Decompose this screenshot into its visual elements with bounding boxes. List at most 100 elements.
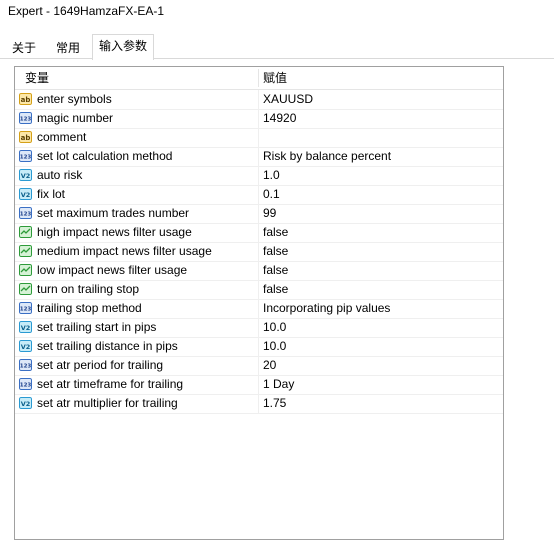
table-row[interactable]: V2 fix lot 0.1	[15, 185, 503, 205]
parameter-name: set atr period for trailing	[37, 358, 164, 372]
parameter-value[interactable]: Risk by balance percent	[263, 147, 391, 166]
cell-divider	[258, 242, 259, 261]
parameter-name: low impact news filter usage	[37, 263, 188, 277]
cell-divider	[258, 261, 259, 280]
double-type-icon: V2	[19, 188, 32, 200]
svg-text:ab: ab	[21, 134, 31, 142]
bool-type-icon	[19, 226, 32, 238]
parameter-value[interactable]: 0.1	[263, 185, 280, 204]
parameter-name: set maximum trades number	[37, 206, 190, 220]
tab-common[interactable]: 常用	[48, 38, 88, 58]
cell-divider	[258, 299, 259, 318]
column-header-variable[interactable]: 变量	[25, 67, 255, 89]
cell-divider	[258, 394, 259, 413]
table-row[interactable]: ab comment	[15, 128, 503, 148]
parameter-name: medium impact news filter usage	[37, 244, 212, 258]
cell-divider	[258, 318, 259, 337]
parameter-name: turn on trailing stop	[37, 282, 140, 296]
svg-text:123: 123	[20, 117, 32, 123]
parameter-name: comment	[37, 130, 87, 144]
cell-divider	[258, 204, 259, 223]
parameter-name: enter symbols	[37, 92, 112, 106]
cell-divider	[258, 223, 259, 242]
table-row[interactable]: ab enter symbols XAUUSD	[15, 90, 503, 110]
table-row[interactable]: V2 set trailing distance in pips 10.0	[15, 337, 503, 357]
svg-text:123: 123	[20, 383, 32, 389]
parameter-value[interactable]: 10.0	[263, 318, 286, 337]
cell-divider	[258, 109, 259, 128]
parameter-value[interactable]: 99	[263, 204, 276, 223]
parameter-value[interactable]: 1 Day	[263, 375, 294, 394]
svg-text:V2: V2	[21, 324, 31, 332]
cell-divider	[258, 90, 259, 109]
table-row[interactable]: low impact news filter usage false	[15, 261, 503, 281]
column-divider[interactable]	[258, 69, 259, 87]
double-type-icon: V2	[19, 321, 32, 333]
svg-text:V2: V2	[21, 191, 31, 199]
cell-divider	[258, 337, 259, 356]
parameter-name: magic number	[37, 111, 114, 125]
svg-text:123: 123	[20, 307, 32, 313]
integer-type-icon: 123	[19, 150, 32, 162]
table-row[interactable]: 123 set lot calculation method Risk by bal…	[15, 147, 503, 167]
integer-type-icon: 123	[19, 359, 32, 371]
table-row[interactable]: V2 auto risk 1.0	[15, 166, 503, 186]
cell-divider	[258, 166, 259, 185]
table-row[interactable]: 123 magic number 14920	[15, 109, 503, 129]
cell-divider	[258, 185, 259, 204]
double-type-icon: V2	[19, 397, 32, 409]
svg-text:V2: V2	[21, 343, 31, 351]
parameter-value[interactable]: false	[263, 280, 288, 299]
parameter-value[interactable]: 10.0	[263, 337, 286, 356]
parameter-name: set trailing distance in pips	[37, 339, 178, 353]
tab-input-parameters[interactable]: 输入参数	[92, 34, 154, 60]
bool-type-icon	[19, 283, 32, 295]
parameter-name: set lot calculation method	[37, 149, 173, 163]
parameters-table: 变量 赋值 ab enter symbols XAUUSD 123 magic numb…	[14, 66, 504, 540]
parameter-value[interactable]: 1.75	[263, 394, 286, 413]
string-type-icon: ab	[19, 93, 32, 105]
parameter-name: auto risk	[37, 168, 83, 182]
table-row[interactable]: medium impact news filter usage false	[15, 242, 503, 262]
parameter-name: fix lot	[37, 187, 66, 201]
tab-about[interactable]: 关于	[4, 38, 44, 58]
bool-type-icon	[19, 245, 32, 257]
svg-text:V2: V2	[21, 400, 31, 408]
integer-type-icon: 123	[19, 207, 32, 219]
parameter-value[interactable]: false	[263, 223, 288, 242]
column-header-value[interactable]: 赋值	[263, 67, 493, 89]
double-type-icon: V2	[19, 169, 32, 181]
integer-type-icon: 123	[19, 378, 32, 390]
integer-type-icon: 123	[19, 302, 32, 314]
table-row[interactable]: V2 set trailing start in pips 10.0	[15, 318, 503, 338]
parameter-value[interactable]: XAUUSD	[263, 90, 313, 109]
svg-text:123: 123	[20, 155, 32, 161]
parameter-value[interactable]: 20	[263, 356, 276, 375]
parameter-value[interactable]: Incorporating pip values	[263, 299, 390, 318]
cell-divider	[258, 128, 259, 147]
svg-text:ab: ab	[21, 96, 31, 104]
table-row[interactable]: high impact news filter usage false	[15, 223, 503, 243]
table-row[interactable]: 123 set maximum trades number 99	[15, 204, 503, 224]
table-row[interactable]: 123 set atr period for trailing 20	[15, 356, 503, 376]
double-type-icon: V2	[19, 340, 32, 352]
table-row[interactable]: 123 trailing stop method Incorporating pip…	[15, 299, 503, 319]
table-row[interactable]: turn on trailing stop false	[15, 280, 503, 300]
parameter-value[interactable]: 14920	[263, 109, 296, 128]
svg-text:123: 123	[20, 212, 32, 218]
svg-text:V2: V2	[21, 172, 31, 180]
string-type-icon: ab	[19, 131, 32, 143]
parameter-value[interactable]: 1.0	[263, 166, 280, 185]
cell-divider	[258, 356, 259, 375]
cell-divider	[258, 147, 259, 166]
svg-text:123: 123	[20, 364, 32, 370]
table-row[interactable]: 123 set atr timeframe for trailing 1 Day	[15, 375, 503, 395]
bool-type-icon	[19, 264, 32, 276]
parameter-value[interactable]: false	[263, 242, 288, 261]
cell-divider	[258, 375, 259, 394]
integer-type-icon: 123	[19, 112, 32, 124]
table-header: 变量 赋值	[15, 67, 503, 90]
table-row[interactable]: V2 set atr multiplier for trailing 1.75	[15, 394, 503, 414]
parameter-value[interactable]: false	[263, 261, 288, 280]
tab-bar: 关于 常用 输入参数	[0, 32, 554, 60]
